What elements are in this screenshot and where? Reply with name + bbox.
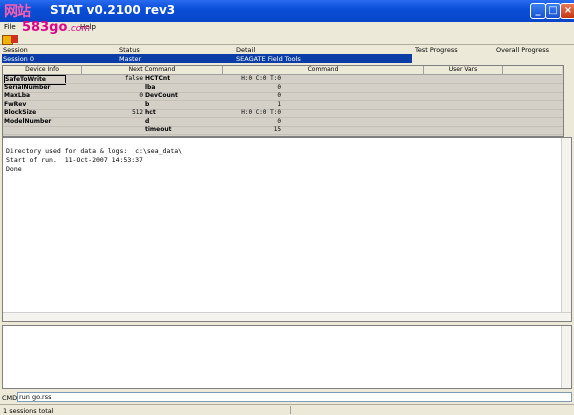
maximize-button[interactable]: □ (545, 3, 561, 19)
session-header: Session Status Detail Test Progress Over… (0, 45, 574, 54)
test-progress-col: Test Progress (415, 46, 458, 54)
detail-col: Detail (236, 46, 256, 54)
param-name: hct (145, 109, 156, 116)
session-status: Master (119, 55, 142, 63)
window-title: STAT v0.2100 rev3 (50, 3, 176, 17)
session-col: Session (3, 46, 28, 54)
device-field-name: ModelNumber (4, 117, 52, 125)
output-panel[interactable] (2, 325, 572, 389)
status-bar: 1 sessions total (0, 404, 574, 415)
device-field-value: false (124, 75, 143, 82)
log-scrollbar[interactable] (561, 138, 571, 321)
log-hscrollbar[interactable] (3, 312, 571, 321)
device-info-header[interactable]: Device Info (3, 66, 82, 75)
device-field-value: 512 (132, 109, 143, 116)
device-field-value: 0 (139, 92, 143, 99)
menu-file[interactable]: File (4, 22, 16, 33)
watermark-text: 583go (22, 20, 68, 35)
close-button[interactable]: × (560, 3, 574, 19)
param-value: 0 (277, 117, 281, 125)
device-field-value (87, 84, 143, 92)
status-col: Status (119, 46, 140, 54)
log-text: Directory used for data & logs: c:\sea_d… (6, 147, 183, 173)
device-field-name: FwRev (4, 100, 27, 108)
param-name: b (145, 100, 150, 108)
user-vars-header[interactable]: User Vars (424, 66, 503, 75)
param-name: lba (145, 83, 156, 91)
cmd-input[interactable] (17, 392, 572, 402)
output-scrollbar[interactable] (561, 326, 571, 388)
device-field-name: MaxLba (4, 92, 31, 99)
param-value: 0 (277, 92, 281, 99)
param-value: 1 (277, 100, 281, 108)
param-value: 0 (277, 83, 281, 91)
device-field-value (87, 101, 143, 109)
minimize-button[interactable]: _ (530, 3, 546, 19)
device-field-name: SerialNumber (4, 83, 51, 91)
run-icon[interactable] (11, 35, 18, 43)
log-panel[interactable]: Directory used for data & logs: c:\sea_d… (2, 137, 572, 322)
param-value: 15 (273, 126, 281, 133)
toolbar (0, 33, 574, 45)
session-row[interactable]: Session 0 Master SEAGATE Field Tools (2, 54, 412, 63)
param-name: d (145, 117, 150, 125)
overall-progress-col: Overall Progress (496, 46, 550, 54)
param-name: HCTCnt (145, 75, 171, 82)
session-name: Session 0 (3, 55, 35, 63)
device-field-name: BlockSize (4, 109, 37, 116)
param-name: timeout (145, 126, 172, 133)
session-detail: SEAGATE Field Tools (236, 55, 301, 63)
device-field-value (87, 118, 143, 126)
param-name: DevCount (145, 92, 178, 99)
command-header[interactable]: Command (223, 66, 424, 75)
watermark-domain: .com (68, 24, 91, 34)
param-value: H:0 C:0 T:0 (241, 109, 281, 116)
extra-header (503, 66, 562, 75)
watermark-logo: 网站 (4, 4, 31, 20)
title-bar: STAT v0.2100 rev3 _ □ × (0, 0, 574, 22)
device-field-name (4, 126, 64, 134)
device-grid: Device Info Next Command Command User Va… (2, 65, 564, 137)
grid-row-divider (3, 134, 563, 135)
param-value: H:0 C:0 T:0 (241, 75, 281, 82)
device-field-value (87, 126, 143, 134)
status-divider (290, 406, 291, 414)
next-command-header[interactable]: Next Command (82, 66, 223, 75)
